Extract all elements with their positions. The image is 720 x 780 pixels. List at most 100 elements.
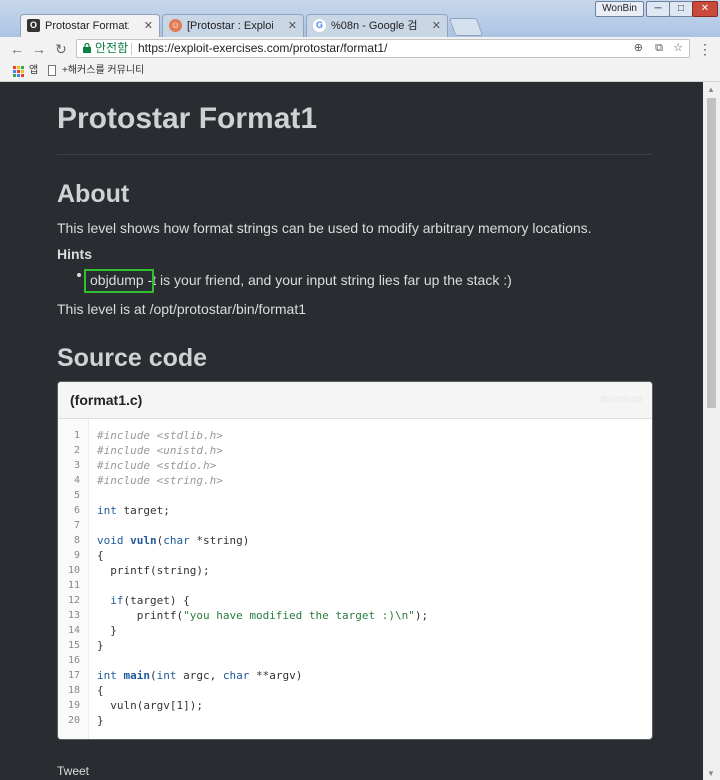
page-icon [48, 65, 56, 76]
browser-menu-icon[interactable]: ⋮ [698, 40, 712, 58]
source-code-heading: Source code [57, 344, 208, 372]
code-line: 3 #include <stdio.h> [58, 458, 652, 473]
code-text: { [97, 549, 104, 562]
code-text: } [97, 624, 117, 637]
code-text: { [97, 684, 104, 697]
maximize-button[interactable]: □ [669, 1, 693, 17]
forward-arrow-icon[interactable]: → [30, 40, 48, 58]
bookmark-star-icon[interactable]: ☆ [673, 40, 683, 57]
scroll-thumb[interactable] [707, 98, 716, 408]
hint-bullet [77, 273, 81, 277]
line-number: 3 [73, 460, 80, 471]
line-number: 1 [73, 430, 80, 441]
scroll-down-icon[interactable]: ▼ [707, 769, 715, 778]
title-divider [57, 154, 652, 155]
line-number: 8 [73, 535, 80, 546]
code-line: 5 [58, 488, 652, 503]
close-window-button[interactable]: ✕ [692, 1, 718, 17]
tab-close-icon[interactable]: ✕ [144, 15, 153, 37]
code-text: #include <stdio.h> [97, 459, 217, 472]
line-number: 15 [67, 640, 80, 651]
zoom-icon[interactable]: ⊕ [634, 40, 643, 57]
code-line: 4 #include <string.h> [58, 473, 652, 488]
page-scrollbar[interactable]: ▲ ▼ [703, 82, 720, 780]
hints-heading: Hints [57, 246, 92, 262]
url-text[interactable]: https://exploit-exercises.com/protostar/… [138, 40, 387, 57]
download-link[interactable]: download [599, 394, 642, 405]
location-text: This level is at /opt/protostar/bin/form… [57, 301, 306, 317]
code-line: 12 if(target) { [58, 593, 652, 608]
line-number: 9 [73, 550, 80, 561]
tweet-button[interactable]: Tweet [57, 764, 89, 778]
line-number: 19 [67, 700, 80, 711]
google-favicon-icon: G [313, 19, 326, 32]
line-number: 14 [67, 625, 80, 636]
tab-label: Protostar Format1 - Exploit [45, 20, 129, 32]
reload-icon[interactable]: ↻ [52, 40, 70, 58]
line-number: 17 [67, 670, 80, 681]
tab-close-icon[interactable]: ✕ [288, 15, 297, 37]
code-line: 2 #include <unistd.h> [58, 443, 652, 458]
address-separator [131, 43, 132, 55]
code-text: #include <unistd.h> [97, 444, 223, 457]
line-number: 12 [67, 595, 80, 606]
code-line: 14 } [58, 623, 652, 638]
bookmarks-bar: 앱 +해커스를 커뮤니티 [0, 62, 720, 82]
code-line: 6 int target; [58, 503, 652, 518]
code-text: printf(string); [97, 564, 210, 577]
code-line: 13 printf("you have modified the target … [58, 608, 652, 623]
line-number: 13 [67, 610, 80, 621]
bookmark-apps[interactable]: 앱 [29, 62, 38, 80]
line-number: 20 [67, 715, 80, 726]
line-number: 16 [67, 655, 80, 666]
highlight-box [84, 269, 154, 293]
code-text: } [97, 714, 104, 727]
line-number: 7 [73, 520, 80, 531]
line-number: 2 [73, 445, 80, 456]
secure-label: 안전함 [95, 41, 129, 55]
code-text: if(target) { [110, 594, 190, 607]
translate-icon[interactable]: ⧉ [655, 40, 663, 57]
code-filename: (format1.c) [70, 392, 143, 408]
code-box: (format1.c) download 1 #include <stdlib.h… [57, 381, 653, 740]
tab-protostar-format1[interactable]: O Protostar Format1 - Exploit ✕ [20, 14, 160, 37]
address-bar[interactable]: 안전함 https://exploit-exercises.com/protos… [76, 39, 690, 58]
apps-grid-icon[interactable] [13, 66, 24, 77]
code-line: 10 printf(string); [58, 563, 652, 578]
bookmark-hacker-community[interactable]: +해커스를 커뮤니티 [62, 62, 144, 80]
code-line: 19 vuln(argv[1]); [58, 698, 652, 713]
code-line: 17 int main(int argc, char **argv) [58, 668, 652, 683]
page-content: Protostar Format1 About This level shows… [6, 82, 706, 780]
line-number: 5 [73, 490, 80, 501]
exploit-favicon-icon: O [27, 19, 40, 32]
tab-google-search[interactable]: G %08n - Google 검색 ✕ [306, 14, 448, 37]
line-number: 11 [67, 580, 80, 591]
code-line: 9{ [58, 548, 652, 563]
line-number: 18 [67, 685, 80, 696]
code-line: 1 #include <stdlib.h> [58, 428, 652, 443]
page-title: Protostar Format1 [57, 102, 318, 135]
code-text: #include <stdlib.h> [97, 429, 223, 442]
about-text: This level shows how format strings can … [57, 220, 592, 236]
new-tab-button[interactable] [448, 18, 484, 36]
code-line: 16 [58, 653, 652, 668]
code-text: void vuln(char *string) [97, 534, 250, 547]
scroll-up-icon[interactable]: ▲ [707, 85, 715, 94]
tab-close-icon[interactable]: ✕ [432, 15, 441, 37]
hint-text: is your friend, and your input string li… [156, 272, 512, 288]
code-line: 20} [58, 713, 652, 728]
lock-icon [83, 43, 91, 53]
window-titlebar: WonBin ─ □ ✕ O Protostar Format1 - Explo… [0, 0, 720, 40]
code-line: 18 { [58, 683, 652, 698]
tab-label: [Protostar : Exploit-Exercises] [187, 20, 273, 32]
back-arrow-icon[interactable]: ← [8, 40, 26, 58]
tab-protostar-exploit-exercises[interactable]: ☺ [Protostar : Exploit-Exercises] ✕ [162, 14, 304, 37]
line-number: 6 [73, 505, 80, 516]
line-number: 4 [73, 475, 80, 486]
about-heading: About [57, 180, 130, 208]
code-text: int target; [97, 504, 170, 517]
minimize-button[interactable]: ─ [646, 1, 670, 17]
code-line: 15} [58, 638, 652, 653]
user-badge[interactable]: WonBin [595, 1, 644, 17]
code-text: } [97, 639, 104, 652]
